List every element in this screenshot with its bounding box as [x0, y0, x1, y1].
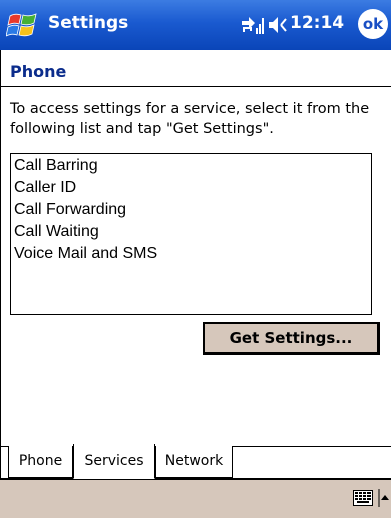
- instruction-text: To access settings for a service, select…: [10, 101, 370, 137]
- list-item-call-waiting[interactable]: Call Waiting: [14, 221, 371, 243]
- tab-network[interactable]: Network: [155, 446, 233, 478]
- list-item-voice-mail-sms[interactable]: Voice Mail and SMS: [14, 243, 371, 265]
- list-item-call-forwarding[interactable]: Call Forwarding: [14, 199, 371, 221]
- page-title: Phone: [10, 62, 67, 81]
- list-item-call-barring[interactable]: Call Barring: [14, 155, 371, 177]
- keyboard-icon[interactable]: [353, 490, 373, 506]
- title-bar: Settings 12:14 ok: [0, 0, 391, 50]
- tab-services[interactable]: Services: [73, 444, 155, 479]
- pocketpc-screen: Settings 12:14 ok Phone To access settin…: [0, 0, 391, 518]
- service-listbox[interactable]: Call Barring Caller ID Call Forwarding C…: [10, 153, 372, 315]
- get-settings-button[interactable]: Get Settings...: [203, 322, 380, 355]
- window-title: Settings: [48, 13, 129, 33]
- tab-phone[interactable]: Phone: [8, 446, 73, 478]
- clock[interactable]: 12:14: [290, 12, 344, 34]
- list-item-caller-id[interactable]: Caller ID: [14, 177, 371, 199]
- windows-start-icon[interactable]: [6, 8, 40, 42]
- command-bar: [0, 479, 391, 518]
- frame-edge: [0, 50, 1, 518]
- connectivity-icon[interactable]: [239, 12, 265, 38]
- sip-arrow-icon[interactable]: [378, 489, 390, 507]
- volume-icon[interactable]: [267, 13, 287, 37]
- header-divider: [0, 86, 391, 87]
- ok-button[interactable]: ok: [358, 9, 388, 39]
